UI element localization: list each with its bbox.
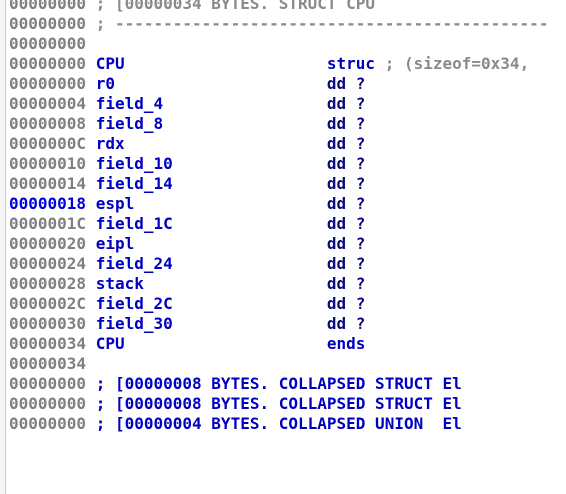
- field-name[interactable]: field_14: [96, 174, 327, 193]
- line-address: 00000034: [9, 354, 87, 373]
- line-address: 00000028: [9, 274, 87, 293]
- listing-line[interactable]: 00000034: [9, 354, 566, 374]
- listing-line[interactable]: 00000000: [9, 34, 566, 54]
- listing-line[interactable]: 00000000 r0 dd ?: [9, 74, 566, 94]
- collapsed-struct[interactable]: ; [00000008 BYTES. COLLAPSED STRUCT El: [96, 374, 462, 393]
- line-address: 00000024: [9, 254, 87, 273]
- line-address: 00000010: [9, 154, 87, 173]
- line-address: 0000000C: [9, 134, 87, 153]
- field-name[interactable]: r0: [96, 74, 327, 93]
- line-address: 00000030: [9, 314, 87, 333]
- disassembly-listing[interactable]: 00000000 ; [00000034 BYTES. STRUCT CPU 00…: [9, 0, 566, 434]
- line-address: 00000018: [9, 194, 87, 213]
- field-operand: dd ?: [326, 234, 366, 253]
- line-address: 00000000: [9, 34, 87, 53]
- listing-line[interactable]: 00000000 ; [00000034 BYTES. STRUCT CPU: [9, 0, 566, 14]
- listing-line[interactable]: 00000030 field_30 dd ?: [9, 314, 566, 334]
- listing-line[interactable]: 00000014 field_14 dd ?: [9, 174, 566, 194]
- struct-comment: ; (sizeof=0x34,: [384, 54, 530, 73]
- field-operand: dd ?: [326, 254, 366, 273]
- listing-line[interactable]: 0000002C field_2C dd ?: [9, 294, 566, 314]
- field-name[interactable]: field_24: [96, 254, 327, 273]
- field-operand: dd ?: [326, 174, 366, 193]
- listing-line[interactable]: 00000004 field_4 dd ?: [9, 94, 566, 114]
- field-operand: dd ?: [326, 134, 366, 153]
- listing-line[interactable]: 00000020 eipl dd ?: [9, 234, 566, 254]
- listing-line[interactable]: 00000018 espl dd ?: [9, 194, 566, 214]
- field-operand: dd ?: [326, 94, 366, 113]
- ends-keyword: ends: [326, 334, 366, 353]
- struct-end-name[interactable]: CPU: [96, 334, 327, 353]
- line-address: 00000014: [9, 174, 87, 193]
- line-address: 00000034: [9, 334, 87, 353]
- line-address: 00000000: [9, 414, 87, 433]
- line-address: 00000000: [9, 54, 87, 73]
- listing-line[interactable]: 00000034 CPU ends: [9, 334, 566, 354]
- field-name[interactable]: field_8: [96, 114, 327, 133]
- field-name[interactable]: field_30: [96, 314, 327, 333]
- listing-line[interactable]: 00000000 ; [00000008 BYTES. COLLAPSED ST…: [9, 394, 566, 414]
- field-name[interactable]: field_10: [96, 154, 327, 173]
- field-operand: dd ?: [326, 274, 366, 293]
- line-address: 00000000: [9, 14, 87, 33]
- line-comment: ; [00000034 BYTES. STRUCT CPU: [95, 0, 376, 13]
- line-address: 00000000: [9, 394, 87, 413]
- listing-line[interactable]: 00000010 field_10 dd ?: [9, 154, 566, 174]
- field-operand: dd ?: [326, 194, 366, 213]
- line-address: 0000002C: [9, 294, 87, 313]
- listing-line[interactable]: 0000001C field_1C dd ?: [9, 214, 566, 234]
- line-address: 00000008: [9, 114, 87, 133]
- field-operand: dd ?: [326, 74, 366, 93]
- collapsed-struct[interactable]: ; [00000004 BYTES. COLLAPSED UNION El: [96, 414, 462, 433]
- field-name[interactable]: eipl: [96, 234, 327, 253]
- left-gutter: [0, 0, 6, 494]
- field-operand: dd ?: [326, 154, 366, 173]
- listing-line[interactable]: 00000024 field_24 dd ?: [9, 254, 566, 274]
- listing-line[interactable]: 00000000 ; [00000004 BYTES. COLLAPSED UN…: [9, 414, 566, 434]
- listing-line[interactable]: 0000000C rdx dd ?: [9, 134, 566, 154]
- struct-name[interactable]: CPU: [96, 54, 327, 73]
- line-address: 00000000: [9, 74, 87, 93]
- listing-line[interactable]: 00000008 field_8 dd ?: [9, 114, 566, 134]
- collapsed-struct[interactable]: ; [00000008 BYTES. COLLAPSED STRUCT El: [96, 394, 462, 413]
- listing-line[interactable]: 00000000 ; [00000008 BYTES. COLLAPSED ST…: [9, 374, 566, 394]
- field-name[interactable]: rdx: [96, 134, 327, 153]
- field-operand: dd ?: [326, 214, 366, 233]
- field-name[interactable]: field_1C: [96, 214, 327, 233]
- listing-line[interactable]: 00000000 ; -----------------------------…: [9, 14, 566, 34]
- field-operand: dd ?: [326, 314, 366, 333]
- listing-line[interactable]: 00000000 CPU struc ; (sizeof=0x34,: [9, 54, 566, 74]
- field-name[interactable]: stack: [96, 274, 327, 293]
- field-name[interactable]: espl: [96, 194, 327, 213]
- field-operand: dd ?: [326, 114, 366, 133]
- line-address: 00000004: [9, 94, 87, 113]
- field-name[interactable]: field_2C: [96, 294, 327, 313]
- field-operand: dd ?: [326, 294, 366, 313]
- line-address: 00000000: [9, 374, 87, 393]
- listing-line[interactable]: 00000028 stack dd ?: [9, 274, 566, 294]
- struct-keyword: struc: [326, 54, 376, 73]
- line-address: 00000000: [9, 0, 87, 13]
- line-address: 00000020: [9, 234, 87, 253]
- line-address: 0000001C: [9, 214, 87, 233]
- line-comment: ; --------------------------------------…: [95, 14, 549, 33]
- field-name[interactable]: field_4: [96, 94, 327, 113]
